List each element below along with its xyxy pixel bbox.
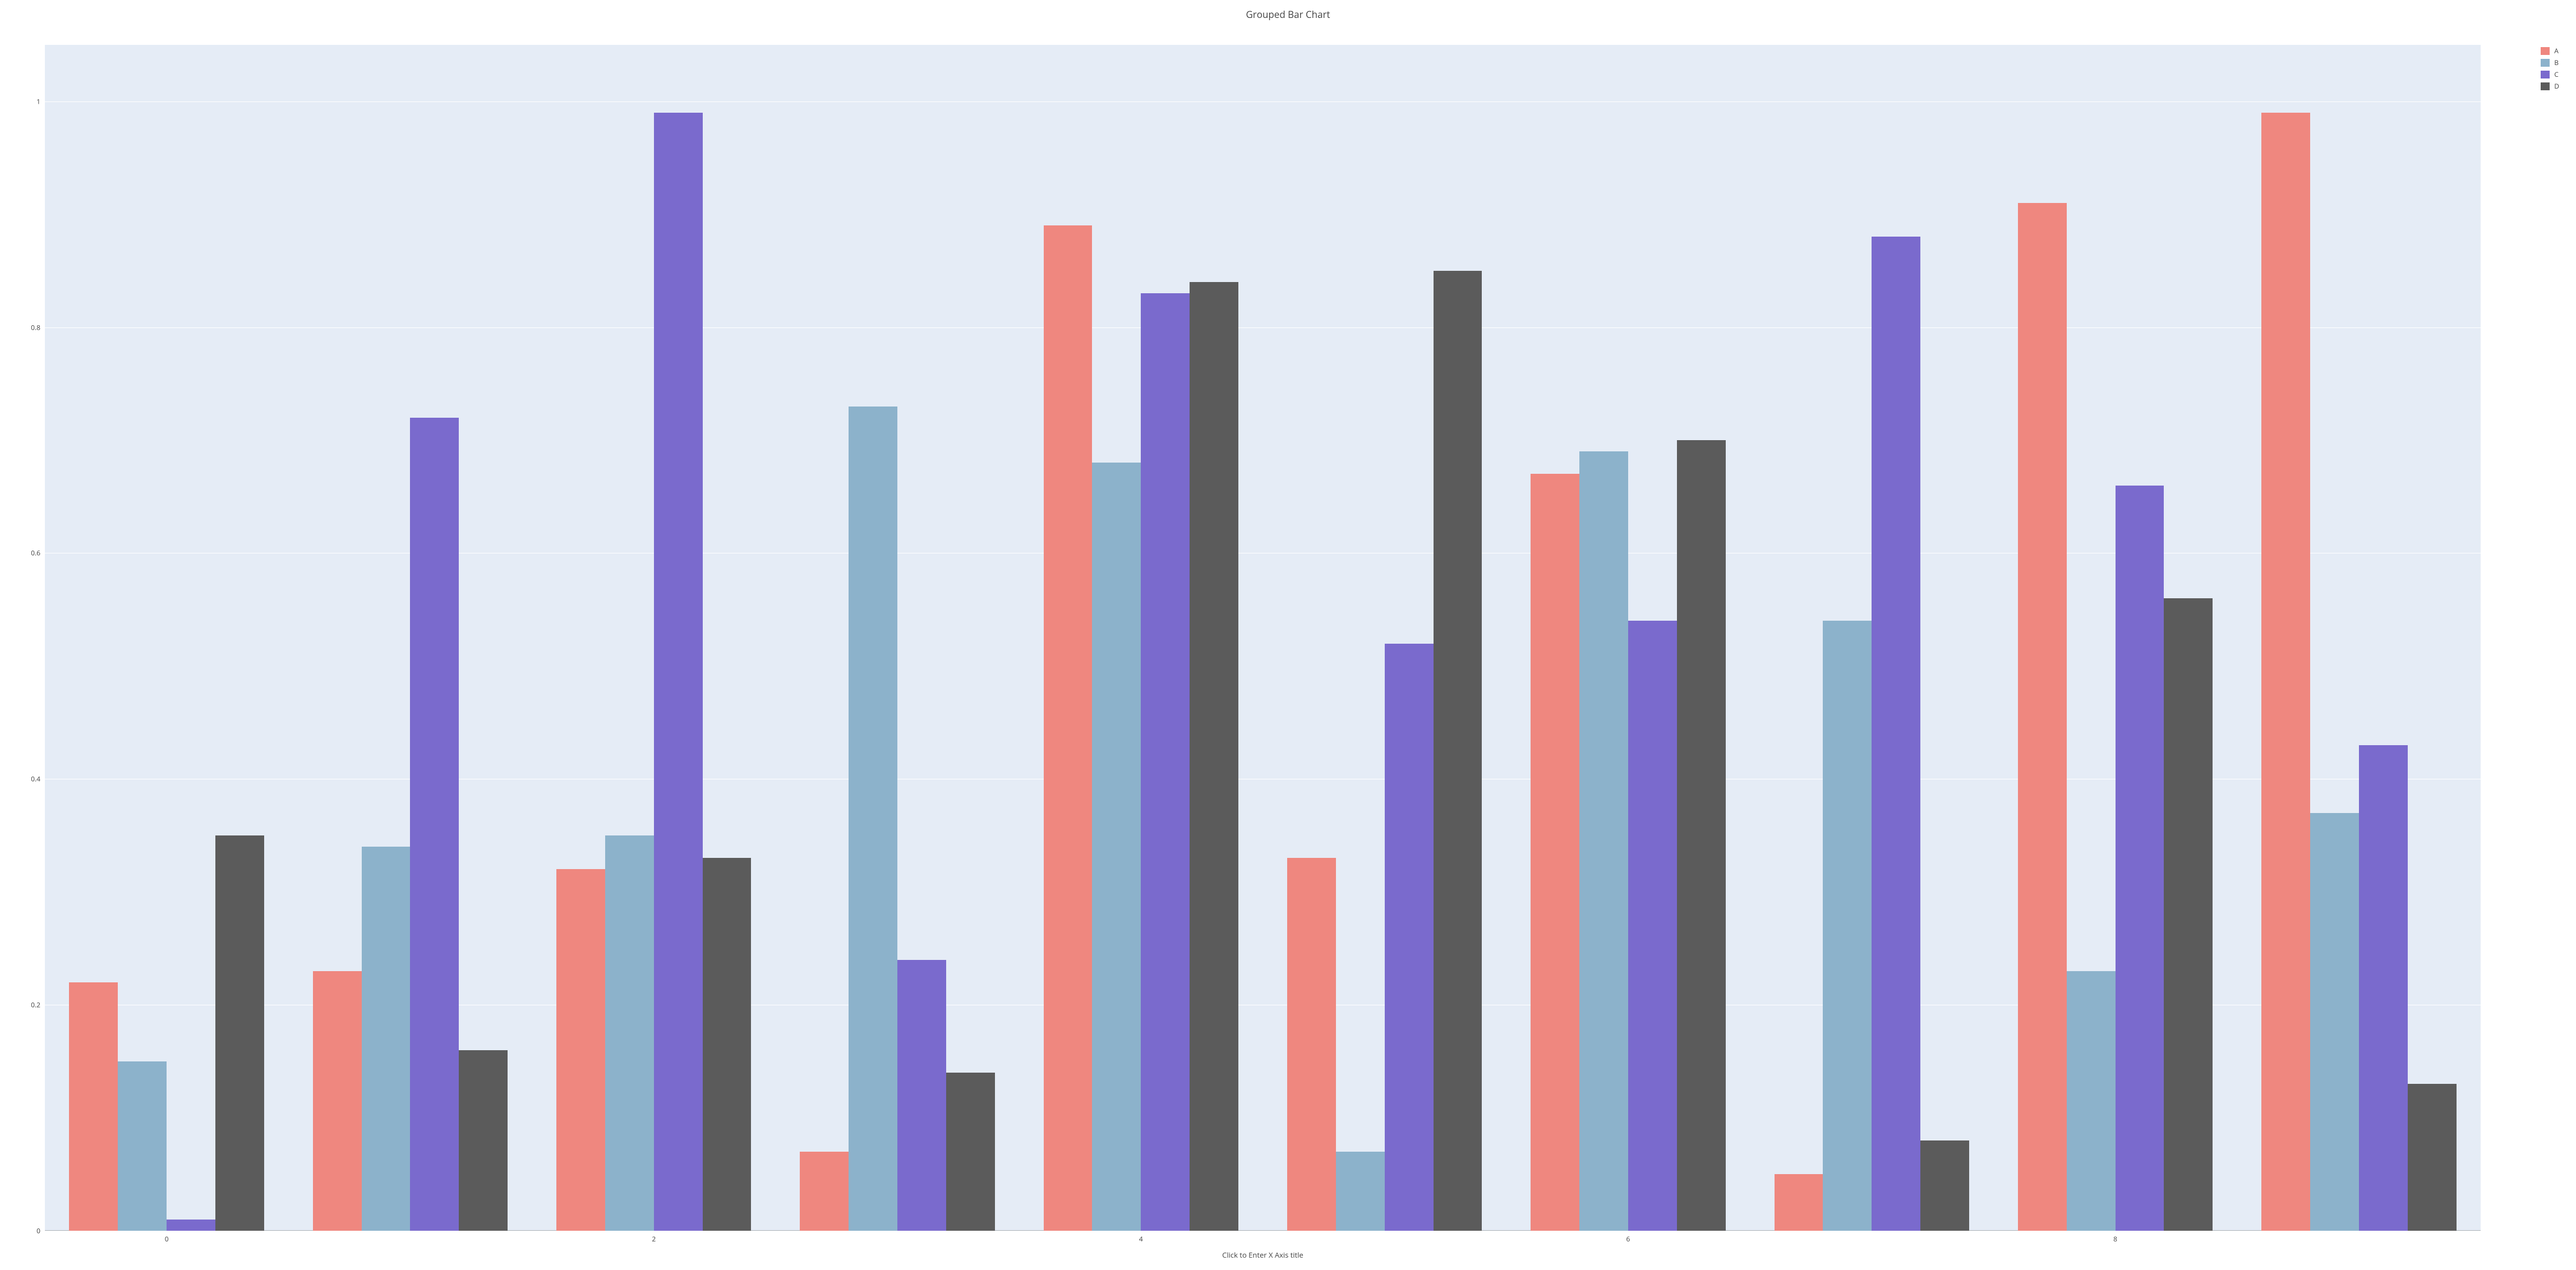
bar-D-8[interactable] <box>2164 598 2213 1231</box>
bar-C-7[interactable] <box>1872 237 1920 1231</box>
bar-A-1[interactable] <box>313 971 362 1231</box>
y-tick-label: 0.4 <box>31 774 40 784</box>
gridline <box>45 327 2481 328</box>
x-axis-title[interactable]: Click to Enter X Axis title <box>45 1250 2481 1260</box>
bar-D-3[interactable] <box>946 1073 995 1231</box>
bar-B-5[interactable] <box>1336 1152 1385 1231</box>
y-tick-label: 0.2 <box>31 1000 40 1010</box>
bar-B-9[interactable] <box>2310 813 2359 1231</box>
y-tick-label: 0 <box>36 1226 40 1236</box>
x-tick-label: 6 <box>1626 1234 1630 1244</box>
legend-item-C[interactable]: C <box>2541 70 2559 79</box>
bar-C-8[interactable] <box>2116 486 2164 1231</box>
bar-C-4[interactable] <box>1141 293 1190 1231</box>
x-tick-label: 0 <box>165 1234 169 1244</box>
x-tick-label: 8 <box>2113 1234 2117 1244</box>
x-tick-label: 4 <box>1139 1234 1143 1244</box>
bar-A-5[interactable] <box>1287 858 1336 1231</box>
bar-C-5[interactable] <box>1385 644 1434 1231</box>
bar-B-8[interactable] <box>2067 971 2116 1231</box>
bar-C-1[interactable] <box>410 418 459 1231</box>
legend-label: C <box>2554 70 2559 79</box>
bar-C-3[interactable] <box>897 960 946 1231</box>
legend-item-A[interactable]: A <box>2541 46 2559 56</box>
bar-B-3[interactable] <box>849 407 897 1231</box>
bar-C-2[interactable] <box>654 113 703 1231</box>
bar-B-6[interactable] <box>1579 451 1628 1231</box>
bar-A-2[interactable] <box>556 869 605 1231</box>
bar-C-6[interactable] <box>1628 621 1677 1231</box>
legend-swatch <box>2541 71 2550 78</box>
bar-A-4[interactable] <box>1044 225 1093 1231</box>
y-tick-label: 0.8 <box>31 322 40 332</box>
bar-C-0[interactable] <box>167 1220 215 1231</box>
y-tick-label: 1 <box>36 96 40 106</box>
bar-D-7[interactable] <box>1920 1140 1969 1231</box>
x-tick-label: 2 <box>652 1234 656 1244</box>
bar-B-2[interactable] <box>605 835 654 1231</box>
bar-D-2[interactable] <box>703 858 752 1231</box>
legend-label: D <box>2554 81 2559 91</box>
bar-B-7[interactable] <box>1823 621 1872 1231</box>
bar-D-9[interactable] <box>2408 1084 2457 1231</box>
bar-B-4[interactable] <box>1092 463 1141 1231</box>
legend-item-B[interactable]: B <box>2541 58 2559 67</box>
plot-area-wrap: 00.20.40.60.8102468 <box>45 45 2481 1231</box>
legend-swatch <box>2541 47 2550 55</box>
bar-A-9[interactable] <box>2261 113 2310 1231</box>
bar-A-7[interactable] <box>1775 1174 1823 1231</box>
chart-title[interactable]: Grouped Bar Chart <box>0 0 2576 21</box>
bar-D-4[interactable] <box>1190 282 1238 1231</box>
legend-item-D[interactable]: D <box>2541 81 2559 91</box>
bar-A-6[interactable] <box>1531 474 1579 1231</box>
bar-B-0[interactable] <box>118 1061 167 1231</box>
bar-B-1[interactable] <box>362 847 411 1231</box>
y-tick-label: 0.6 <box>31 548 40 558</box>
bar-A-0[interactable] <box>69 982 118 1231</box>
legend-swatch <box>2541 59 2550 67</box>
plot-area[interactable] <box>45 45 2481 1231</box>
gridline <box>45 101 2481 102</box>
bar-D-1[interactable] <box>459 1050 508 1231</box>
legend-label: B <box>2554 58 2559 67</box>
legend-swatch <box>2541 82 2550 90</box>
bar-A-8[interactable] <box>2018 203 2067 1231</box>
legend: ABCD <box>2541 46 2559 93</box>
bar-D-0[interactable] <box>215 835 264 1231</box>
bar-D-5[interactable] <box>1434 271 1482 1231</box>
legend-label: A <box>2554 46 2559 56</box>
bar-C-9[interactable] <box>2359 745 2408 1231</box>
bar-D-6[interactable] <box>1677 440 1726 1231</box>
chart-container: Grouped Bar Chart Click to Enter Y Axis … <box>0 0 2576 1270</box>
bar-A-3[interactable] <box>800 1152 849 1231</box>
